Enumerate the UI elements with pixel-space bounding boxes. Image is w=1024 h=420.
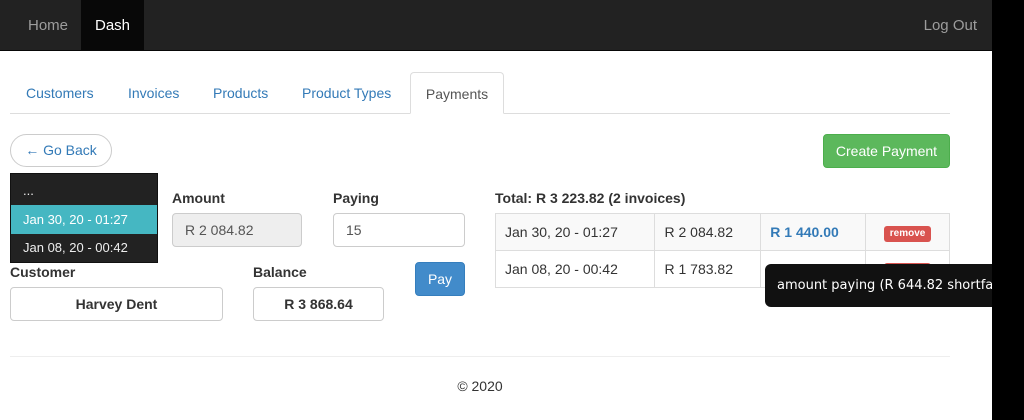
table-row: Jan 30, 20 - 01:27 R 2 084.82 R 1 440.00… xyxy=(494,213,950,251)
paying-input[interactable]: 15 xyxy=(333,213,465,247)
amount-field: R 2 084.82 xyxy=(172,213,302,247)
navbar: Home Dash Log Out xyxy=(0,0,992,51)
paying-label: Paying xyxy=(333,190,379,206)
row-date: Jan 30, 20 - 01:27 xyxy=(494,213,656,251)
nav-dash-link[interactable]: Dash xyxy=(81,0,144,51)
row-paying: R 1 440.00 xyxy=(760,213,867,251)
tab-product-types[interactable]: Product Types xyxy=(302,72,391,114)
footer-copyright: © 2020 xyxy=(457,378,503,394)
invoice-dropdown[interactable]: ... Jan 30, 20 - 01:27 Jan 08, 20 - 00:4… xyxy=(10,173,158,263)
tab-products[interactable]: Products xyxy=(213,72,268,114)
tab-bar: Customers Invoices Products Product Type… xyxy=(10,72,950,114)
customer-field: Harvey Dent xyxy=(10,287,223,321)
row-action: remove xyxy=(865,213,950,251)
tab-customers[interactable]: Customers xyxy=(26,72,94,114)
dropdown-item-jan30[interactable]: Jan 30, 20 - 01:27 xyxy=(11,205,157,234)
tab-invoices[interactable]: Invoices xyxy=(128,72,179,114)
create-payment-button[interactable]: Create Payment xyxy=(823,134,950,168)
customer-label: Customer xyxy=(10,264,76,280)
total-summary: Total: R 3 223.82 (2 invoices) xyxy=(495,190,686,206)
window-scrollbar[interactable] xyxy=(992,0,1024,420)
remove-button[interactable]: remove xyxy=(883,225,932,242)
pay-button[interactable]: Pay xyxy=(415,262,465,296)
row-date: Jan 08, 20 - 00:42 xyxy=(494,250,656,288)
row-amount: R 1 783.82 xyxy=(654,250,762,288)
dropdown-item-jan08[interactable]: Jan 08, 20 - 00:42 xyxy=(11,233,157,262)
dropdown-item-placeholder[interactable]: ... xyxy=(11,176,157,205)
tab-payments[interactable]: Payments xyxy=(410,72,504,114)
shortfall-tooltip: amount paying (R 644.82 shortfall) xyxy=(765,264,1020,307)
row-amount: R 2 084.82 xyxy=(654,213,762,251)
nav-logout-link[interactable]: Log Out xyxy=(924,0,977,51)
amount-label: Amount xyxy=(172,190,225,206)
go-back-button[interactable]: ← Go Back xyxy=(10,134,112,167)
balance-label: Balance xyxy=(253,264,307,280)
page: Home Dash Log Out Customers Invoices Pro… xyxy=(0,0,1020,420)
balance-field: R 3 868.64 xyxy=(253,287,384,321)
footer-divider xyxy=(10,356,950,357)
nav-home-link[interactable]: Home xyxy=(28,0,68,51)
